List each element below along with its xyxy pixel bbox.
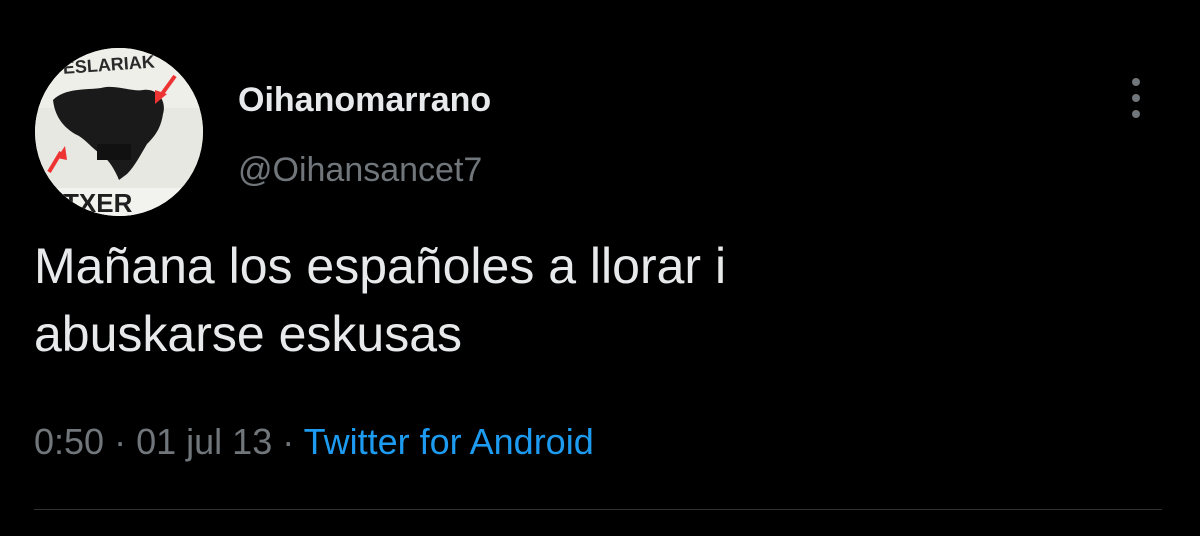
tweet-text-line: Mañana los españoles a llorar i <box>34 238 727 294</box>
meta-separator: · <box>282 421 295 462</box>
avatar-image: ESLARIAK TXER <box>35 48 203 216</box>
author-handle[interactable]: @Oihansancet7 <box>238 150 482 190</box>
tweet-text: Mañana los españoles a llorar i abuskars… <box>34 232 1154 368</box>
divider <box>34 509 1162 510</box>
avatar[interactable]: ESLARIAK TXER <box>35 48 203 216</box>
tweet-time[interactable]: 0:50 <box>34 421 104 462</box>
tweet-date[interactable]: 01 jul 13 <box>136 421 272 462</box>
more-options-button[interactable] <box>1118 72 1154 124</box>
tweet-source-link[interactable]: Twitter for Android <box>304 421 594 462</box>
meta-separator: · <box>114 421 127 462</box>
tweet-meta: 0:50 · 01 jul 13 · Twitter for Android <box>34 420 594 464</box>
author-display-name[interactable]: Oihanomarrano <box>238 80 491 120</box>
tweet-text-line: abuskarse eskusas <box>34 306 463 362</box>
tweet-detail: ESLARIAK TXER Oihanomarrano @Oihansancet… <box>0 0 1200 536</box>
avatar-bottom-text: TXER <box>63 188 133 216</box>
